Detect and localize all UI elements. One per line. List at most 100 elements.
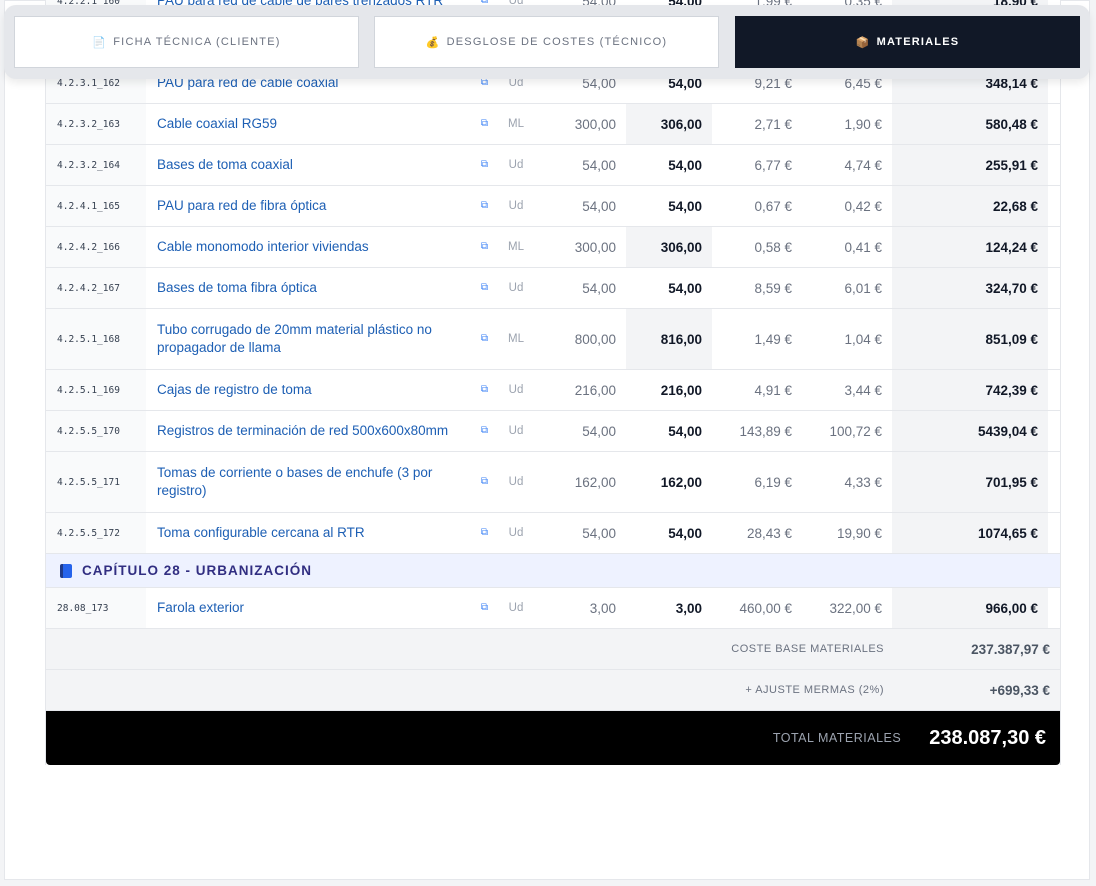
item-price-pvp: 460,00 € <box>739 600 792 616</box>
item-description-link[interactable]: PAU para red de fibra óptica ⧉ <box>146 186 496 226</box>
item-unit: Ud <box>508 384 524 396</box>
item-description-link[interactable]: Cajas de registro de toma ⧉ <box>146 370 496 410</box>
item-quantity-final: 3,00 <box>675 600 702 616</box>
item-description-link[interactable]: Bases de toma coaxial ⧉ <box>146 145 496 185</box>
table-row: 4.2.5.5_172 Toma configurable cercana al … <box>46 513 1060 554</box>
item-price-pvp: 28,43 € <box>746 525 792 541</box>
item-description-link[interactable]: Bases de toma fibra óptica ⧉ <box>146 268 496 308</box>
waste-adjust-row: + AJUSTE MERMAS (2%) +699,33 € <box>46 670 1060 711</box>
table-row: 4.2.3.2_163 Cable coaxial RG59 ⧉ ML 300,00 30… <box>46 104 1060 145</box>
money-bag-icon: 💰 <box>425 36 441 49</box>
base-cost-value: 237.387,97 € <box>971 641 1050 657</box>
item-description-link[interactable]: Farola exterior ⧉ <box>146 588 496 628</box>
item-quantity: 54,00 <box>582 525 616 541</box>
item-total: 255,91 € <box>892 145 1048 185</box>
item-quantity: 216,00 <box>574 382 616 398</box>
table-row: 4.2.4.2_166 Cable monomodo interior vivie… <box>46 227 1060 268</box>
item-total: 22,68 € <box>892 186 1048 226</box>
item-description: Farola exterior <box>157 600 245 615</box>
item-unit: ML <box>508 241 524 253</box>
item-description: Registros de terminación de red 500x600x… <box>157 423 449 438</box>
item-code: 4.2.5.5_170 <box>46 411 146 451</box>
item-code: 4.2.5.1_168 <box>46 309 146 369</box>
table-row: 4.2.5.5_171 Tomas de corriente o bases de… <box>46 452 1060 513</box>
item-total: 701,95 € <box>892 452 1048 512</box>
total-value: 238.087,30 € <box>929 726 1046 749</box>
item-quantity: 54,00 <box>582 423 616 439</box>
table-row: 4.2.5.1_169 Cajas de registro de toma ⧉ Ud 2… <box>46 370 1060 411</box>
item-description-link[interactable]: Cable monomodo interior viviendas ⧉ <box>146 227 496 267</box>
item-price-cost: 19,90 € <box>836 525 882 541</box>
item-price-cost: 4,74 € <box>844 157 882 173</box>
item-code: 28.08_173 <box>46 588 146 628</box>
tab-ficha-tecnica[interactable]: 📄 FICHA TÉCNICA (CLIENTE) <box>14 16 359 68</box>
item-price-cost: 1,04 € <box>844 331 882 347</box>
item-unit: ML <box>508 118 524 130</box>
table-row: 4.2.4.2_167 Bases de toma fibra óptica ⧉ Ud… <box>46 268 1060 309</box>
item-description-link[interactable]: Toma configurable cercana al RTR ⧉ <box>146 513 496 553</box>
item-description-link[interactable]: Cable coaxial RG59 ⧉ <box>146 104 496 144</box>
table-row: 4.2.5.5_170 Registros de terminación de r… <box>46 411 1060 452</box>
item-price-cost: 322,00 € <box>829 600 882 616</box>
item-quantity: 300,00 <box>574 116 616 132</box>
external-link-icon[interactable]: ⧉ <box>481 156 488 174</box>
book-icon <box>60 563 72 578</box>
materials-table: 4.2.2.1_160 PAU para red de cable de pare… <box>45 0 1061 765</box>
item-total: 5439,04 € <box>892 411 1048 451</box>
item-unit: Ud <box>508 200 524 212</box>
item-description: Cajas de registro de toma <box>157 382 312 397</box>
external-link-icon[interactable]: ⧉ <box>481 473 488 491</box>
item-quantity-final: 306,00 <box>626 227 712 267</box>
item-total: 742,39 € <box>892 370 1048 410</box>
item-code: 4.2.3.2_163 <box>46 104 146 144</box>
item-description: PAU para red de fibra óptica <box>157 198 327 213</box>
item-quantity: 162,00 <box>574 474 616 490</box>
item-quantity: 300,00 <box>574 239 616 255</box>
item-quantity-final: 216,00 <box>660 382 702 398</box>
item-price-pvp: 0,67 € <box>754 198 792 214</box>
external-link-icon[interactable]: ⧉ <box>481 524 488 542</box>
tab-desglose-costes[interactable]: 💰 DESGLOSE DE COSTES (TÉCNICO) <box>374 16 719 68</box>
item-price-pvp: 8,59 € <box>754 280 792 296</box>
item-total: 124,24 € <box>892 227 1048 267</box>
item-price-pvp: 4,91 € <box>754 382 792 398</box>
external-link-icon[interactable]: ⧉ <box>481 238 488 256</box>
item-unit: Ud <box>508 476 524 488</box>
item-code: 4.2.4.2_167 <box>46 268 146 308</box>
item-quantity-final: 54,00 <box>668 423 702 439</box>
external-link-icon[interactable]: ⧉ <box>481 422 488 440</box>
waste-adjust-value: +699,33 € <box>989 682 1050 698</box>
item-quantity-final: 54,00 <box>668 525 702 541</box>
external-link-icon[interactable]: ⧉ <box>481 279 488 297</box>
item-description: Cable monomodo interior viviendas <box>157 239 369 254</box>
item-total: 1074,65 € <box>892 513 1048 553</box>
external-link-icon[interactable]: ⧉ <box>481 381 488 399</box>
item-unit: Ud <box>508 425 524 437</box>
external-link-icon[interactable]: ⧉ <box>481 197 488 215</box>
item-quantity-final: 816,00 <box>626 309 712 369</box>
item-unit: Ud <box>508 527 524 539</box>
external-link-icon[interactable]: ⧉ <box>481 599 488 617</box>
item-code: 4.2.5.5_172 <box>46 513 146 553</box>
item-price-cost: 1,90 € <box>844 116 882 132</box>
materials-panel: 4.2.2.1_160 PAU para red de cable de pare… <box>4 0 1090 880</box>
item-description: Toma configurable cercana al RTR <box>157 525 365 540</box>
table-row: 4.2.3.2_164 Bases de toma coaxial ⧉ Ud 54,00… <box>46 145 1060 186</box>
item-unit: Ud <box>508 282 524 294</box>
item-total: 966,00 € <box>892 588 1048 628</box>
item-quantity: 54,00 <box>582 198 616 214</box>
external-link-icon[interactable]: ⧉ <box>481 115 488 133</box>
item-code: 4.2.4.1_165 <box>46 186 146 226</box>
item-description-link[interactable]: Registros de terminación de red 500x600x… <box>146 411 496 451</box>
item-description-link[interactable]: Tomas de corriente o bases de enchufe (3… <box>146 452 496 512</box>
tab-materiales[interactable]: 📦 MATERIALES <box>735 16 1080 68</box>
item-price-pvp: 143,89 € <box>739 423 792 439</box>
external-link-icon[interactable]: ⧉ <box>481 330 488 348</box>
item-price-cost: 100,72 € <box>829 423 882 439</box>
chapter-title: CAPÍTULO 28 - URBANIZACIÓN <box>82 563 313 578</box>
item-description-link[interactable]: Tubo corrugado de 20mm material plástico… <box>146 309 496 369</box>
tab-label: DESGLOSE DE COSTES (TÉCNICO) <box>446 36 668 48</box>
item-quantity-final: 306,00 <box>626 104 712 144</box>
total-row: TOTAL MATERIALES 238.087,30 € <box>46 711 1060 765</box>
item-quantity-final: 54,00 <box>668 198 702 214</box>
